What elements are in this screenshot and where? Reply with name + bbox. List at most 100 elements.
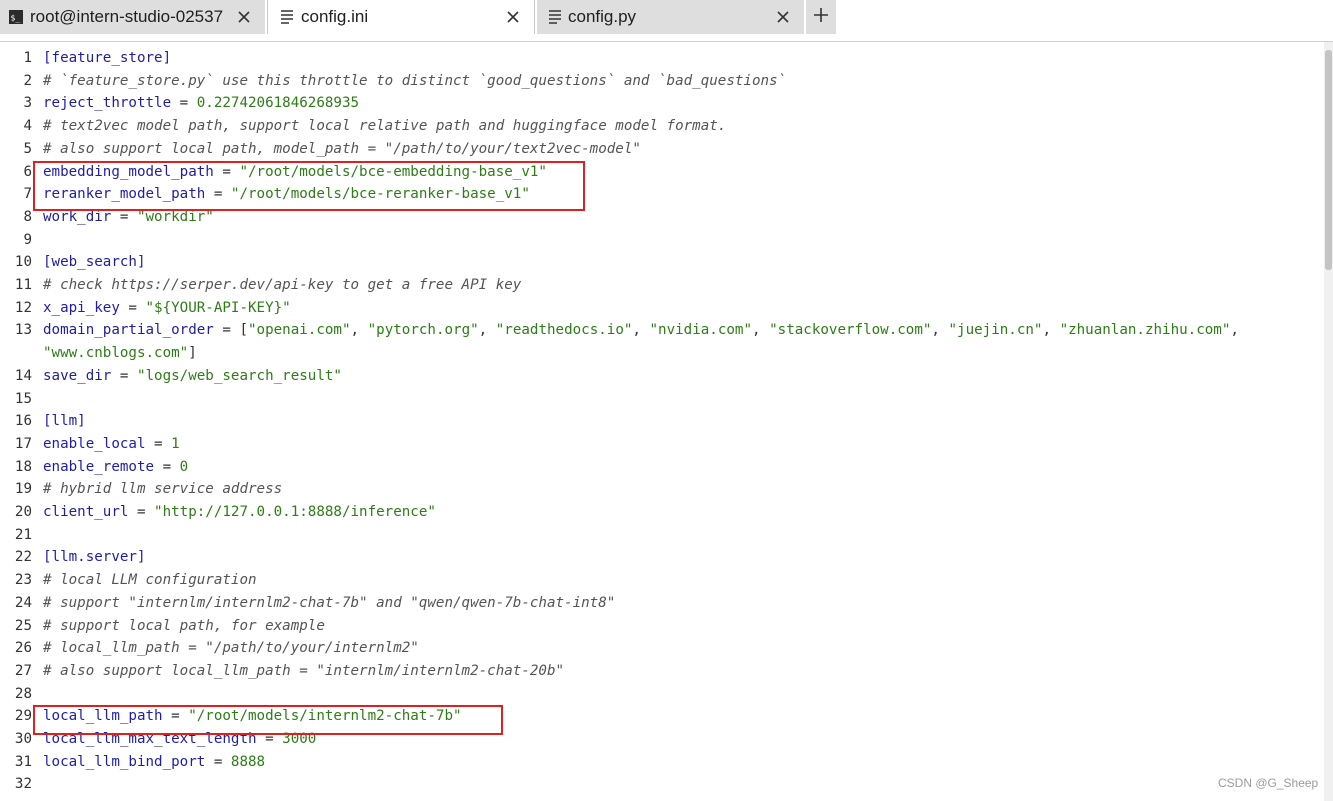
- code-token: "workdir": [136, 208, 214, 225]
- code-token: "openai.com": [248, 322, 351, 339]
- tab-config-py[interactable]: config.py: [537, 0, 804, 34]
- code-line: 10 [web_search]: [0, 251, 1324, 274]
- line-number: 25: [14, 617, 32, 634]
- code-line: 1 [feature_store]: [0, 47, 1324, 70]
- line-number: 30: [14, 731, 32, 747]
- line-number: 28: [14, 685, 32, 702]
- line-number: 17: [14, 435, 32, 452]
- code-token: =: [145, 435, 172, 452]
- line-number: 18: [14, 458, 32, 475]
- code-token: 0: [179, 458, 189, 475]
- line-code: x_api_key = "${YOUR-API-KEY}": [43, 297, 291, 320]
- code-line: 16 [llm]: [0, 410, 1324, 433]
- code-token: ]: [188, 345, 197, 362]
- code-token: =: [171, 95, 197, 112]
- code-token: 0.22742061846268935: [196, 95, 360, 112]
- line-code: domain_partial_order = ["openai.com", "p…: [43, 319, 1239, 342]
- code-token: =: [128, 504, 155, 520]
- code-line: 32: [0, 773, 1324, 796]
- scrollbar-thumb[interactable]: [1325, 50, 1332, 270]
- tab-label: config.py: [568, 7, 637, 26]
- code-line: 15: [0, 388, 1324, 411]
- code-token: # check https://serper.dev/api-key to ge…: [43, 277, 522, 293]
- code-token: "logs/web_search_result": [136, 367, 342, 384]
- code-token: x_api_key: [43, 299, 120, 316]
- line-code: # local_llm_path = "/path/to/your/intern…: [43, 637, 419, 660]
- line-number: 11: [14, 277, 32, 293]
- line-code: # support "internlm/internlm2-chat-7b" a…: [43, 592, 615, 615]
- highlight-box-model-paths: [33, 161, 585, 211]
- line-code: # hybrid llm service address: [43, 478, 282, 501]
- code-token: # support local path, for example: [43, 617, 325, 634]
- code-line: 23 # local LLM configuration: [0, 569, 1324, 592]
- code-token: # support "internlm/internlm2-chat-7b" a…: [43, 594, 616, 611]
- line-number: 20: [14, 504, 32, 520]
- terminal-icon: $_: [9, 9, 23, 24]
- line-number: 14: [14, 367, 32, 384]
- code-line: 24 # support "internlm/internlm2-chat-7b"…: [0, 592, 1324, 615]
- code-line: 11 # check https://serper.dev/api-key to …: [0, 274, 1324, 297]
- code-token: "stackoverflow.com": [769, 322, 932, 339]
- line-number: 26: [14, 640, 32, 657]
- code-line: 3 reject_throttle = 0.22742061846268935: [0, 92, 1324, 115]
- line-code: [feature_store]: [43, 47, 171, 70]
- code-token: =: [111, 367, 137, 384]
- tab-label: config.ini: [301, 7, 369, 26]
- close-icon[interactable]: [235, 8, 253, 26]
- code-token: ,: [931, 322, 949, 339]
- code-token: 8888: [230, 753, 266, 770]
- close-icon[interactable]: [774, 8, 792, 26]
- code-line: 27 # also support local_llm_path = "inter…: [0, 660, 1324, 683]
- code-token: "pytorch.org": [367, 322, 479, 339]
- line-code: client_url = "http://127.0.0.1:8888/infe…: [43, 501, 436, 524]
- code-token: "www.cnblogs.com": [43, 345, 189, 362]
- line-code: local_llm_bind_port = 8888: [43, 751, 265, 774]
- code-line: 25 # support local path, for example: [0, 615, 1324, 638]
- line-number: 9: [23, 231, 32, 248]
- line-code: [llm.server]: [43, 546, 146, 569]
- line-number: 21: [14, 526, 32, 543]
- code-token: # `feature_store.py` use this throttle t…: [43, 72, 787, 89]
- line-number: 6: [23, 163, 32, 180]
- code-token: "http://127.0.0.1:8888/inference": [154, 504, 436, 520]
- line-number: 16: [14, 413, 32, 430]
- code-token: # local_llm_path = "/path/to/your/intern…: [43, 640, 419, 657]
- line-number: 2: [23, 72, 32, 89]
- code-token: # also support local path, model_path = …: [43, 140, 641, 157]
- code-token: local_llm_bind_port: [43, 753, 206, 770]
- code-editor[interactable]: 1 [feature_store] 2 # `feature_store.py` us…: [0, 42, 1324, 801]
- line-code: # also support local_llm_path = "internl…: [43, 660, 564, 683]
- line-code: save_dir = "logs/web_search_result": [43, 365, 342, 388]
- new-tab-button[interactable]: [806, 0, 836, 34]
- code-line: 17 enable_local = 1: [0, 433, 1324, 456]
- code-token: reject_throttle: [43, 95, 172, 112]
- code-token: # local LLM configuration: [43, 572, 257, 589]
- watermark: CSDN @G_Sheep: [1218, 776, 1319, 790]
- line-number: 13: [14, 322, 32, 339]
- line-number: 23: [14, 572, 32, 589]
- code-token: [llm.server]: [43, 549, 146, 566]
- code-line: 9: [0, 229, 1324, 252]
- code-token: =: [154, 458, 180, 475]
- vertical-scrollbar[interactable]: [1324, 42, 1333, 801]
- tab-terminal[interactable]: $_ root@intern-studio-02537: [0, 0, 265, 34]
- line-number: 29: [14, 708, 32, 725]
- code-token: "zhuanlan.zhihu.com": [1059, 322, 1231, 339]
- tab-config-ini[interactable]: config.ini: [267, 0, 535, 34]
- code-token: "juejin.cn": [948, 322, 1043, 339]
- line-number: 31: [14, 753, 32, 770]
- code-token: = [: [213, 322, 249, 339]
- line-number: 4: [23, 118, 32, 135]
- code-token: =: [205, 753, 231, 770]
- line-number: 19: [14, 481, 32, 498]
- code-token: # text2vec model path, support local rel…: [43, 118, 727, 135]
- code-line: "www.cnblogs.com"]: [0, 342, 1324, 365]
- code-token: client_url: [43, 504, 129, 520]
- code-token: [web_search]: [43, 254, 146, 271]
- code-token: ,: [1042, 322, 1060, 339]
- code-line: 22 [llm.server]: [0, 546, 1324, 569]
- close-icon[interactable]: [504, 8, 522, 26]
- code-line: 14 save_dir = "logs/web_search_result": [0, 365, 1324, 388]
- plus-icon: [813, 7, 829, 28]
- document-icon: [280, 9, 294, 25]
